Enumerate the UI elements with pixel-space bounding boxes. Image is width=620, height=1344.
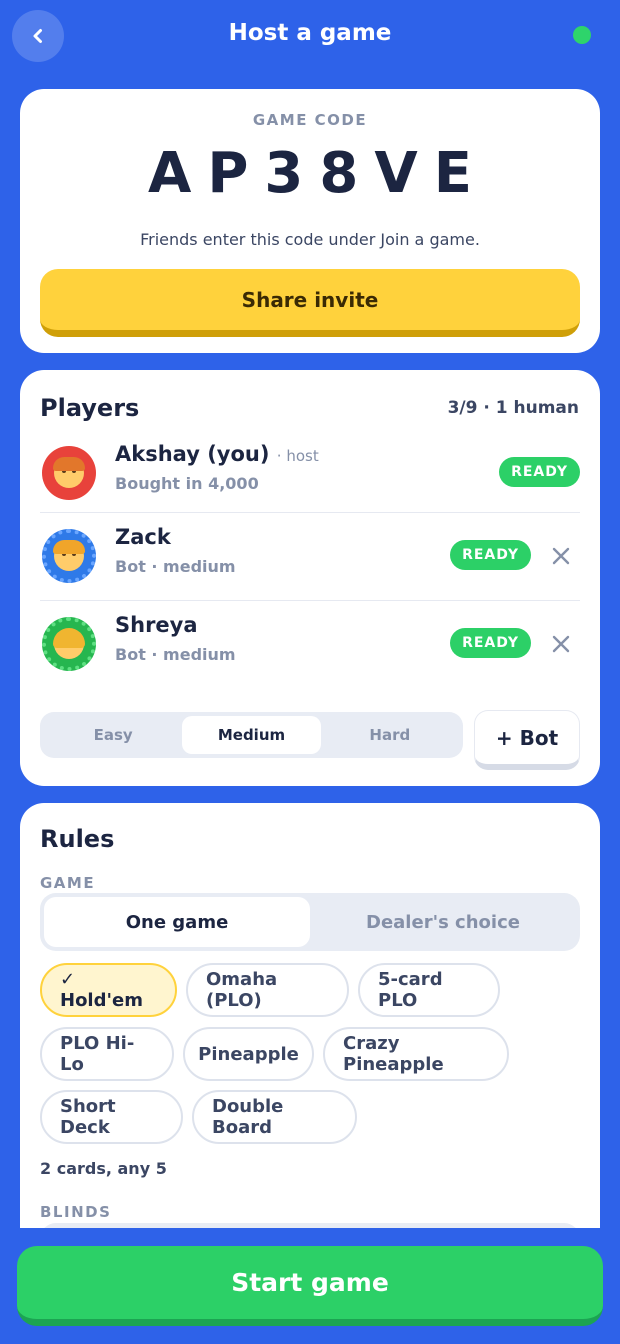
player-row: Shreya Bot · medium READY <box>40 600 580 688</box>
player-name-text: Zack <box>115 525 171 549</box>
variant-chip-crazy-pineapple[interactable]: Crazy Pineapple <box>323 1027 509 1081</box>
variant-description: 2 cards, any 5 <box>40 1159 167 1178</box>
variant-chip-pineapple[interactable]: Pineapple <box>183 1027 314 1081</box>
header-bar: Host a game <box>0 0 620 72</box>
player-row: Akshay (you) · host Bought in 4,000 READ… <box>40 430 580 518</box>
player-name-text: Akshay (you) <box>115 442 270 466</box>
host-tag: · host <box>276 447 319 465</box>
remove-player-button[interactable] <box>548 631 574 657</box>
close-icon <box>552 635 570 653</box>
game-mode-dealers-choice[interactable]: Dealer's choice <box>310 897 576 947</box>
avatar <box>42 617 96 671</box>
ready-badge: READY <box>499 457 580 487</box>
game-mode-toggle: One game Dealer's choice <box>40 893 580 951</box>
player-subtitle: Bot · medium <box>115 645 236 664</box>
start-game-button[interactable]: Start game <box>17 1246 603 1326</box>
variant-chip-double-board[interactable]: Double Board <box>192 1090 357 1144</box>
players-card: Players 3/9 · 1 human Akshay (you) · hos… <box>20 370 600 786</box>
ready-badge: READY <box>450 540 531 570</box>
page-title: Host a game <box>228 20 392 46</box>
players-count: 3/9 · 1 human <box>447 398 579 418</box>
hair-shape <box>53 628 85 648</box>
hair-shape <box>53 457 85 471</box>
difficulty-hard[interactable]: Hard <box>321 716 459 754</box>
game-mode-one-game[interactable]: One game <box>44 897 310 947</box>
blinds-section-label: BLINDS <box>40 1203 112 1221</box>
game-code-label: GAME CODE <box>252 111 368 129</box>
players-title: Players <box>40 394 140 422</box>
rules-title: Rules <box>40 825 115 853</box>
share-invite-button[interactable]: Share invite <box>40 269 580 337</box>
avatar <box>42 446 96 500</box>
player-subtitle: Bot · medium <box>115 557 236 576</box>
game-code-card: GAME CODE AP38VE Friends enter this code… <box>20 89 600 353</box>
player-name-text: Shreya <box>115 613 198 637</box>
player-name: Shreya <box>115 613 198 637</box>
rules-card: Rules GAME One game Dealer's choice ✓ Ho… <box>20 803 600 1263</box>
bot-difficulty-selector: Easy Medium Hard <box>40 712 463 758</box>
add-bot-button[interactable]: + Bot <box>474 710 580 770</box>
player-name: Zack <box>115 525 171 549</box>
game-section-label: GAME <box>40 874 96 892</box>
hair-shape <box>53 540 85 554</box>
variant-chip-holdem[interactable]: ✓ Hold'em <box>40 963 177 1017</box>
variant-chip-omaha[interactable]: Omaha (PLO) <box>186 963 349 1017</box>
variant-chip-plo-hilo[interactable]: PLO Hi-Lo <box>40 1027 174 1081</box>
variant-chip-short-deck[interactable]: Short Deck <box>40 1090 183 1144</box>
game-code-value: AP38VE <box>148 141 488 206</box>
game-code-hint: Friends enter this code under Join a gam… <box>140 230 480 249</box>
variant-chip-5card-plo[interactable]: 5-card PLO <box>358 963 500 1017</box>
close-icon <box>552 547 570 565</box>
difficulty-easy[interactable]: Easy <box>44 716 182 754</box>
remove-player-button[interactable] <box>548 543 574 569</box>
player-row: Zack Bot · medium READY <box>40 512 580 600</box>
footer-bar: Start game <box>0 1228 620 1344</box>
ready-badge: READY <box>450 628 531 658</box>
connection-status-dot <box>573 26 591 44</box>
avatar <box>42 529 96 583</box>
player-name: Akshay (you) · host <box>115 442 319 466</box>
player-subtitle: Bought in 4,000 <box>115 474 259 493</box>
difficulty-medium[interactable]: Medium <box>182 716 321 754</box>
